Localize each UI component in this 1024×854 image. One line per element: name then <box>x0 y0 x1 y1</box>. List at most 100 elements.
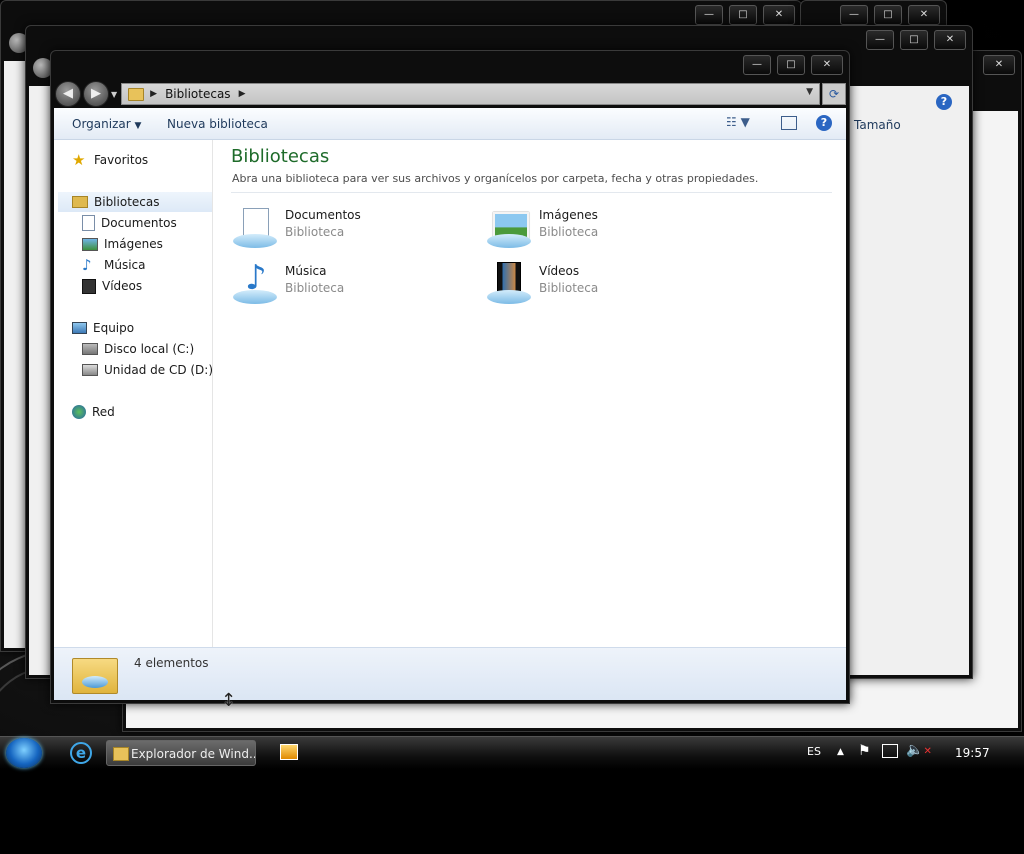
videos-library-icon <box>485 260 533 308</box>
internet-explorer-icon[interactable]: e <box>70 742 92 764</box>
maximize-button[interactable]: □ <box>900 30 928 50</box>
nav-disco-local[interactable]: Disco local (C:) <box>82 339 194 359</box>
libraries-folder-icon <box>128 87 145 101</box>
action-center-flag-icon[interactable]: ⚑ <box>858 743 871 759</box>
library-text: Vídeos Biblioteca <box>539 264 598 295</box>
library-videos[interactable]: Vídeos Biblioteca <box>485 260 715 308</box>
nav-libraries[interactable]: Bibliotecas <box>58 192 212 212</box>
size-column-header[interactable]: Tamaño <box>854 118 901 132</box>
close-button[interactable]: ✕ <box>811 55 843 75</box>
nav-label: Red <box>92 405 115 419</box>
nav-label: Documentos <box>101 216 177 230</box>
show-hidden-icons-icon[interactable]: ▲ <box>837 747 844 757</box>
back-button[interactable]: ◀ <box>55 81 81 107</box>
library-type: Biblioteca <box>539 225 599 239</box>
taskbar-button-label: Explorador de Wind... <box>131 747 256 761</box>
volume-muted-icon[interactable]: 🔈✕ <box>906 742 932 758</box>
close-button[interactable]: ✕ <box>763 5 795 25</box>
library-type: Biblioteca <box>285 281 345 295</box>
library-type: Biblioteca <box>539 281 599 295</box>
documents-icon <box>82 215 95 231</box>
nav-imagenes[interactable]: Imágenes <box>82 234 163 254</box>
nav-label: Vídeos <box>102 279 143 293</box>
library-text: Música Biblioteca <box>285 264 344 295</box>
maximize-button[interactable]: □ <box>729 5 757 25</box>
start-button[interactable] <box>6 738 42 768</box>
preview-pane-icon[interactable] <box>781 116 797 130</box>
cd-drive-icon <box>82 364 98 376</box>
page-title: Bibliotecas <box>231 146 330 167</box>
hard-drive-icon <box>82 343 98 355</box>
nav-unidad-cd[interactable]: Unidad de CD (D:) C <box>82 360 212 380</box>
minimize-button[interactable]: — <box>866 30 894 50</box>
organize-button[interactable]: Organizar ▼ <box>72 117 141 131</box>
nav-favorites[interactable]: ★ Favoritos <box>72 150 148 170</box>
library-imagenes[interactable]: Imágenes Biblioteca <box>485 204 715 252</box>
address-dropdown-icon[interactable]: ▼ <box>806 87 813 97</box>
library-name: Imágenes <box>539 208 598 222</box>
nav-label: Favoritos <box>94 153 149 167</box>
libraries-folder-large-icon <box>72 654 118 694</box>
language-indicator[interactable]: ES <box>807 745 821 758</box>
explorer-folder-icon <box>113 747 129 761</box>
breadcrumb-chevron-icon[interactable]: ▶ <box>150 89 157 99</box>
library-type: Biblioteca <box>285 225 345 239</box>
library-documentos[interactable]: Documentos Biblioteca <box>231 204 461 252</box>
nav-red[interactable]: Red <box>72 402 115 422</box>
forward-button[interactable]: ▶ <box>83 81 109 107</box>
documents-library-icon <box>231 204 279 252</box>
maximize-button[interactable]: □ <box>777 55 805 75</box>
caption-buttons: ✕ <box>983 55 1015 75</box>
library-musica[interactable]: ♪ Música Biblioteca <box>231 260 461 308</box>
help-icon[interactable]: ? <box>816 115 832 131</box>
nav-equipo[interactable]: Equipo <box>72 318 134 338</box>
taskbar: e Explorador de Wind... ES ▲ ⚑ 🔈✕ 19:57 <box>0 736 1024 769</box>
library-text: Documentos Biblioteca <box>285 208 361 239</box>
breadcrumb-chevron-icon[interactable]: ▶ <box>239 89 246 99</box>
breadcrumb-bibliotecas[interactable]: Bibliotecas <box>165 87 230 101</box>
library-name: Música <box>285 264 327 278</box>
minimize-button[interactable]: — <box>743 55 771 75</box>
nav-label: Bibliotecas <box>94 195 160 209</box>
close-button[interactable]: ✕ <box>908 5 940 25</box>
pictures-library-icon <box>485 204 533 252</box>
close-button[interactable]: ✕ <box>934 30 966 50</box>
taskbar-explorer-button[interactable]: Explorador de Wind... <box>106 740 256 766</box>
navigation-pane: ★ Favoritos Bibliotecas Documentos Imáge… <box>54 140 213 648</box>
network-tray-icon[interactable] <box>882 744 898 758</box>
details-pane: 4 elementos <box>54 647 846 700</box>
music-library-icon: ♪ <box>231 260 279 308</box>
nav-musica[interactable]: ♪ Música <box>82 255 146 275</box>
nav-label: Disco local (C:) <box>104 342 195 356</box>
view-options-icon[interactable]: ☷ ▼ <box>726 115 750 131</box>
new-library-button[interactable]: Nueva biblioteca <box>167 117 268 131</box>
explorer-window[interactable]: — □ ✕ ◀ ▶ ▼ ▶ Bibliotecas ▶ ▼ ⟳ Organiza… <box>50 50 850 704</box>
address-bar[interactable]: ▶ Bibliotecas ▶ ▼ <box>121 83 820 105</box>
videos-icon <box>82 278 96 294</box>
item-count: 4 elementos <box>134 656 209 670</box>
nav-documentos[interactable]: Documentos <box>82 213 177 233</box>
library-name: Vídeos <box>539 264 580 278</box>
help-icon[interactable]: ? <box>936 94 952 110</box>
header-divider <box>231 192 832 193</box>
nav-label: Equipo <box>93 321 135 335</box>
clock[interactable]: 19:57 <box>955 746 990 760</box>
recent-pages-chevron-icon[interactable]: ▼ <box>111 90 117 99</box>
media-player-icon[interactable] <box>280 744 298 760</box>
minimize-button[interactable]: — <box>840 5 868 25</box>
refresh-button[interactable]: ⟳ <box>822 83 846 105</box>
close-button[interactable]: ✕ <box>983 55 1015 75</box>
nav-videos[interactable]: Vídeos <box>82 276 142 296</box>
library-text: Imágenes Biblioteca <box>539 208 598 239</box>
library-name: Documentos <box>285 208 361 222</box>
computer-icon <box>72 322 87 334</box>
page-subtitle: Abra una biblioteca para ver sus archivo… <box>232 172 759 185</box>
nav-label: Música <box>104 258 146 272</box>
libraries-icon <box>72 196 88 208</box>
maximize-button[interactable]: □ <box>874 5 902 25</box>
nav-label: Imágenes <box>104 237 163 251</box>
command-bar: Organizar ▼ Nueva biblioteca ☷ ▼ ? <box>54 108 846 140</box>
caption-buttons: — □ ✕ <box>743 55 843 75</box>
minimize-button[interactable]: — <box>695 5 723 25</box>
music-icon: ♪ <box>82 256 92 274</box>
